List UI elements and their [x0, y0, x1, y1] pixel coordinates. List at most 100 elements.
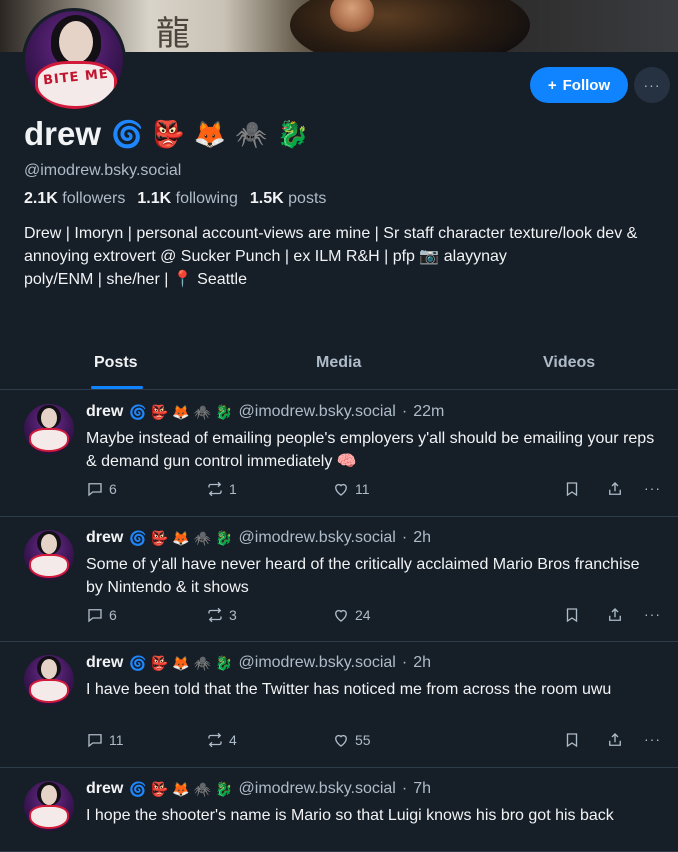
tab-media[interactable]: Media — [316, 354, 361, 372]
feed-post[interactable]: drew 🌀 👺 🦊 🕷️ 🐉 @imodrew.bsky.social · 2… — [0, 391, 678, 517]
reply-count: 6 — [109, 481, 117, 497]
posts-label: posts — [288, 190, 327, 207]
post-timestamp[interactable]: 2h — [413, 654, 431, 672]
post-author-name[interactable]: drew — [86, 403, 123, 421]
reply-count: 6 — [109, 607, 117, 623]
post-separator: · — [401, 529, 408, 546]
post-author-name[interactable]: drew — [86, 654, 123, 672]
like-button[interactable]: 55 — [332, 731, 371, 749]
bookmark-icon — [566, 733, 578, 748]
tab-videos[interactable]: Videos — [543, 354, 595, 372]
ellipsis-icon: ··· — [643, 77, 661, 93]
banner-figure — [290, 0, 530, 52]
spiral-emoji-icon: 🌀 — [129, 529, 147, 546]
like-button[interactable]: 11 — [332, 480, 370, 498]
post-author-emojis: 🌀 👺 🦊 🕷️ 🐉 — [129, 781, 232, 798]
bookmark-button[interactable] — [563, 480, 581, 498]
like-button[interactable]: 24 — [332, 606, 371, 624]
reply-count: 11 — [109, 732, 124, 748]
reply-button[interactable]: 6 — [86, 606, 117, 624]
post-timestamp[interactable]: 7h — [413, 780, 431, 798]
profile-name-emojis: 🌀 👺 🦊 🕷️ 🐉 — [111, 117, 309, 151]
feed-post[interactable]: drew 🌀 👺 🦊 🕷️ 🐉 @imodrew.bsky.social · 2… — [0, 642, 678, 768]
feed-post[interactable]: drew 🌀 👺 🦊 🕷️ 🐉 @imodrew.bsky.social · 2… — [0, 517, 678, 642]
spider-emoji-icon: 🕷️ — [193, 529, 212, 546]
post-author-name[interactable]: drew — [86, 780, 123, 798]
avatar-face — [41, 785, 57, 805]
repost-button[interactable]: 1 — [206, 480, 237, 498]
post-separator: · — [401, 654, 408, 671]
bookmark-button[interactable] — [563, 731, 581, 749]
tab-posts[interactable]: Posts — [94, 354, 138, 372]
ellipsis-icon: ··· — [644, 606, 661, 622]
post-author-name[interactable]: drew — [86, 529, 123, 547]
follow-button[interactable]: + Follow — [530, 67, 628, 103]
dragon-emoji-icon: 🐉 — [215, 654, 233, 671]
bio-line: poly/ENM | she/her | 📍 Seattle — [24, 271, 247, 288]
goblin-emoji-icon: 👺 — [150, 403, 169, 420]
bookmark-button[interactable] — [563, 606, 581, 624]
post-timestamp[interactable]: 22m — [413, 403, 444, 421]
post-text: Some of y'all have never heard of the cr… — [86, 556, 640, 596]
post-avatar[interactable] — [24, 530, 74, 580]
bookmark-icon — [566, 608, 578, 623]
repost-count: 4 — [229, 732, 237, 748]
profile-more-button[interactable]: ··· — [634, 67, 670, 103]
banner-glyph: 龍 — [156, 14, 190, 52]
post-author-handle[interactable]: @imodrew.bsky.social — [239, 529, 396, 547]
post-text: I hope the shooter's name is Mario so th… — [86, 807, 614, 824]
post-actions: 11 4 55 ··· — [86, 731, 670, 751]
post-more-button[interactable]: ··· — [644, 606, 661, 622]
following-stat[interactable]: 1.1K following — [137, 190, 238, 208]
goblin-emoji-icon: 👺 — [150, 529, 169, 546]
repost-count: 1 — [229, 481, 237, 497]
post-author-handle[interactable]: @imodrew.bsky.social — [239, 403, 396, 421]
spiral-emoji-icon: 🌀 — [129, 403, 147, 420]
avatar-face — [41, 659, 57, 679]
profile-tabs: Posts Media Videos — [0, 342, 678, 390]
avatar-face — [59, 21, 93, 63]
share-button[interactable] — [606, 480, 624, 498]
share-button[interactable] — [606, 606, 624, 624]
profile-avatar[interactable]: BITE ME — [22, 8, 126, 112]
goblin-emoji-icon: 👺 — [150, 654, 169, 671]
goblin-emoji-icon: 👺 — [152, 119, 185, 149]
post-header: drew 🌀 👺 🦊 🕷️ 🐉 @imodrew.bsky.social · 7… — [86, 780, 431, 798]
post-more-button[interactable]: ··· — [644, 480, 661, 496]
profile-bio: Drew | Imoryn | personal account-views a… — [24, 222, 664, 291]
fox-emoji-icon: 🦊 — [172, 529, 190, 546]
profile-display-name: drew — [24, 115, 102, 152]
post-header: drew 🌀 👺 🦊 🕷️ 🐉 @imodrew.bsky.social · 2… — [86, 654, 431, 672]
like-count: 24 — [355, 607, 371, 623]
bio-line: Drew | Imoryn | personal account-views a… — [24, 225, 638, 265]
post-more-button[interactable]: ··· — [644, 731, 661, 747]
post-avatar[interactable] — [24, 655, 74, 705]
post-separator: · — [401, 403, 408, 420]
post-avatar[interactable] — [24, 781, 74, 831]
fox-emoji-icon: 🦊 — [193, 119, 227, 149]
post-timestamp[interactable]: 2h — [413, 529, 431, 547]
post-avatar[interactable] — [24, 404, 74, 454]
reply-button[interactable]: 6 — [86, 480, 117, 498]
feed-post[interactable]: drew 🌀 👺 🦊 🕷️ 🐉 @imodrew.bsky.social · 7… — [0, 768, 678, 852]
repost-button[interactable]: 4 — [206, 731, 237, 749]
post-actions: 6 1 11 ··· — [86, 480, 670, 500]
reply-button[interactable]: 11 — [86, 731, 124, 749]
fox-emoji-icon: 🦊 — [172, 654, 190, 671]
share-icon — [609, 608, 621, 621]
post-author-handle[interactable]: @imodrew.bsky.social — [239, 780, 396, 798]
followers-label: followers — [62, 190, 126, 207]
repost-button[interactable]: 3 — [206, 606, 237, 624]
dragon-emoji-icon: 🐉 — [215, 403, 233, 420]
followers-stat[interactable]: 2.1K followers — [24, 190, 125, 208]
post-author-handle[interactable]: @imodrew.bsky.social — [239, 654, 396, 672]
spiral-emoji-icon: 🌀 — [129, 780, 147, 797]
ellipsis-icon: ··· — [644, 480, 661, 496]
ellipsis-icon: ··· — [644, 731, 661, 747]
post-header: drew 🌀 👺 🦊 🕷️ 🐉 @imodrew.bsky.social · 2… — [86, 529, 431, 547]
avatar-face — [41, 408, 57, 428]
fox-emoji-icon: 🦊 — [172, 403, 190, 420]
posts-count: 1.5K — [249, 190, 284, 207]
spider-emoji-icon: 🕷️ — [235, 119, 268, 149]
share-button[interactable] — [606, 731, 624, 749]
